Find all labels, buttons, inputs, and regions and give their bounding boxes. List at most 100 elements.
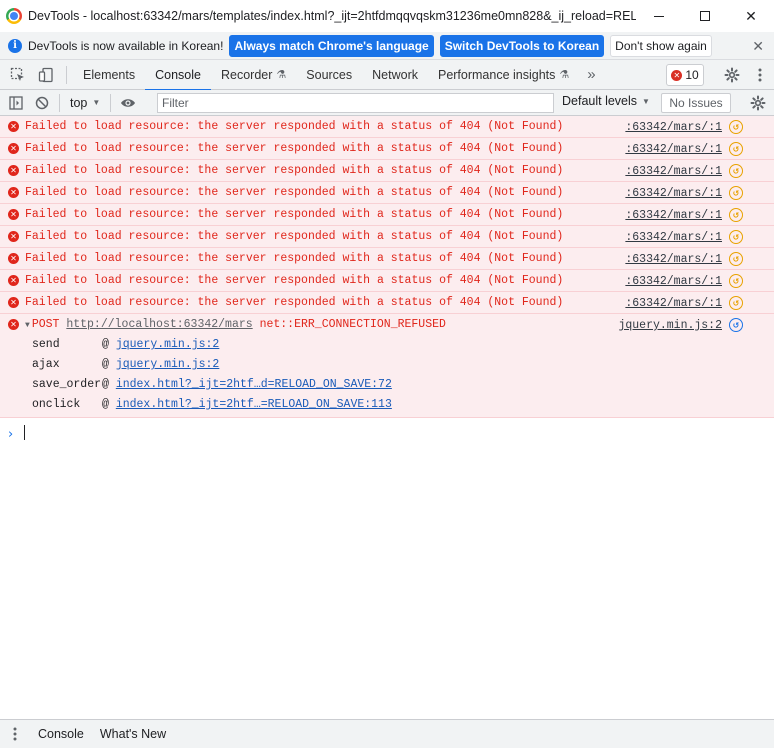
post-source-link[interactable]: jquery.min.js:2 — [618, 319, 722, 332]
console-error-row: ✕ Failed to load resource: the server res… — [0, 182, 774, 204]
stack-source-link[interactable]: jquery.min.js:2 — [116, 338, 220, 351]
stack-frame: send @ jquery.min.js:2 — [32, 338, 219, 351]
post-error-header[interactable]: ▼ POST http://localhost:63342/mars net::E… — [25, 318, 446, 331]
error-source-link[interactable]: :63342/mars/:1 — [625, 209, 722, 222]
error-message-text[interactable]: Failed to load resource: the server resp… — [25, 120, 563, 133]
context-selector[interactable]: top ▼ — [64, 96, 106, 110]
tab-elements[interactable]: Elements — [73, 60, 145, 90]
console-error-row: ✕ Failed to load resource: the server res… — [0, 160, 774, 182]
request-network-icon[interactable]: ↺ — [729, 296, 743, 310]
stack-frame: save_order@ index.html?_ijt=2htf…d=RELOA… — [32, 378, 392, 391]
request-network-icon[interactable]: ↺ — [729, 120, 743, 134]
title-bar: DevTools - localhost:63342/mars/template… — [0, 0, 774, 32]
stack-source-link[interactable]: index.html?_ijt=2htf…d=RELOAD_ON_SAVE:72 — [116, 378, 392, 391]
tab-performance-insights[interactable]: Performance insights ⚗ — [428, 60, 579, 90]
tab-recorder-label: Recorder — [220, 67, 273, 82]
console-error-row: ✕ Failed to load resource: the server res… — [0, 138, 774, 160]
error-source-link[interactable]: :63342/mars/:1 — [625, 121, 722, 134]
maximize-button[interactable] — [682, 0, 728, 32]
filter-input[interactable] — [157, 93, 554, 113]
tab-recorder[interactable]: Recorder ⚗ — [211, 60, 296, 90]
request-network-icon[interactable]: ↺ — [729, 274, 743, 288]
match-language-button[interactable]: Always match Chrome's language — [229, 34, 434, 57]
minimize-button[interactable] — [636, 0, 682, 32]
drawer-tab-whats-new[interactable]: What's New — [92, 727, 174, 741]
live-expression-eye-icon[interactable] — [115, 90, 141, 116]
error-source-link[interactable]: :63342/mars/:1 — [625, 165, 722, 178]
console-input-caret[interactable] — [24, 425, 25, 440]
close-window-button[interactable]: ✕ — [728, 0, 774, 32]
post-method: POST — [31, 318, 60, 331]
device-toolbar-icon[interactable] — [32, 61, 60, 89]
customize-kebab-icon[interactable] — [746, 61, 774, 89]
log-levels-dropdown[interactable]: Default levels ▼ — [562, 94, 650, 108]
error-source-link[interactable]: :63342/mars/:1 — [625, 231, 722, 244]
error-source-link[interactable]: :63342/mars/:1 — [625, 253, 722, 266]
request-network-icon[interactable]: ↺ — [729, 208, 743, 222]
request-network-icon[interactable]: ↺ — [729, 186, 743, 200]
request-network-icon[interactable]: ↺ — [729, 164, 743, 178]
drawer-tab-console[interactable]: Console — [30, 727, 92, 741]
at-symbol: @ — [102, 338, 116, 351]
error-source-link[interactable]: :63342/mars/:1 — [625, 187, 722, 200]
expand-triangle-icon[interactable]: ▼ — [25, 321, 30, 330]
more-tabs-chevron-icon[interactable]: » — [587, 66, 595, 83]
stack-source-link[interactable]: index.html?_ijt=2htf…=RELOAD_ON_SAVE:113 — [116, 398, 392, 411]
issues-button[interactable]: No Issues — [661, 93, 731, 113]
maximize-icon — [700, 11, 710, 21]
post-url-link[interactable]: http://localhost:63342/mars — [66, 318, 252, 331]
inspect-element-icon[interactable] — [4, 61, 32, 89]
error-circle-icon: ✕ — [8, 121, 19, 132]
stack-source-link[interactable]: jquery.min.js:2 — [116, 358, 220, 371]
error-message-text[interactable]: Failed to load resource: the server resp… — [25, 252, 563, 265]
console-settings-gear-icon[interactable] — [745, 90, 771, 116]
error-circle-icon: ✕ — [671, 69, 683, 81]
request-network-icon[interactable]: ↺ — [729, 230, 743, 244]
error-source-link[interactable]: :63342/mars/:1 — [625, 297, 722, 310]
switch-korean-button[interactable]: Switch DevTools to Korean — [439, 34, 605, 57]
chrome-logo-icon — [6, 8, 22, 24]
dont-show-again-button[interactable]: Don't show again — [610, 34, 712, 57]
at-symbol: @ — [102, 378, 116, 391]
error-circle-icon: ✕ — [8, 253, 19, 264]
request-network-icon[interactable]: ↺ — [729, 142, 743, 156]
error-message-text[interactable]: Failed to load resource: the server resp… — [25, 186, 563, 199]
error-message-text[interactable]: Failed to load resource: the server resp… — [25, 164, 563, 177]
minimize-icon — [654, 15, 664, 17]
error-source-link[interactable]: :63342/mars/:1 — [625, 143, 722, 156]
stack-frame: onclick @ index.html?_ijt=2htf…=RELOAD_ON… — [32, 398, 392, 411]
error-message-text[interactable]: Failed to load resource: the server resp… — [25, 142, 563, 155]
window-title: DevTools - localhost:63342/mars/template… — [28, 9, 636, 23]
error-message-text[interactable]: Failed to load resource: the server resp… — [25, 208, 563, 221]
error-circle-icon: ✕ — [8, 165, 19, 176]
error-count: 10 — [685, 68, 699, 82]
error-circle-icon: ✕ — [8, 319, 19, 330]
infobar-close-icon[interactable]: ✕ — [752, 38, 764, 55]
error-message-text[interactable]: Failed to load resource: the server resp… — [25, 274, 563, 287]
console-error-row: ✕ Failed to load resource: the server res… — [0, 204, 774, 226]
dropdown-caret-icon: ▼ — [92, 98, 101, 107]
error-circle-icon: ✕ — [8, 231, 19, 242]
console-error-row: ✕ Failed to load resource: the server res… — [0, 226, 774, 248]
error-source-link[interactable]: :63342/mars/:1 — [625, 275, 722, 288]
error-message-text[interactable]: Failed to load resource: the server resp… — [25, 230, 563, 243]
settings-gear-icon[interactable] — [718, 61, 746, 89]
drawer-menu-kebab-icon[interactable] — [0, 727, 30, 741]
close-icon: ✕ — [745, 7, 757, 24]
tab-console[interactable]: Console — [145, 60, 211, 91]
sidebar-toggle-icon[interactable] — [3, 90, 29, 116]
error-circle-icon: ✕ — [8, 275, 19, 286]
toolbar-divider — [66, 65, 67, 84]
console-error-row: ✕ Failed to load resource: the server res… — [0, 270, 774, 292]
request-network-icon[interactable]: ↺ — [729, 318, 743, 332]
tab-sources[interactable]: Sources — [296, 60, 362, 90]
request-network-icon[interactable]: ↺ — [729, 252, 743, 266]
console-messages[interactable]: ✕ Failed to load resource: the server res… — [0, 116, 774, 719]
clear-console-icon[interactable] — [29, 90, 55, 116]
stack-function-name: save_order — [32, 378, 102, 391]
tab-network[interactable]: Network — [362, 60, 428, 90]
error-message-text[interactable]: Failed to load resource: the server resp… — [25, 296, 563, 309]
stack-frame: ajax @ jquery.min.js:2 — [32, 358, 219, 371]
error-circle-icon: ✕ — [8, 187, 19, 198]
error-count-badge[interactable]: ✕ 10 — [666, 64, 704, 86]
